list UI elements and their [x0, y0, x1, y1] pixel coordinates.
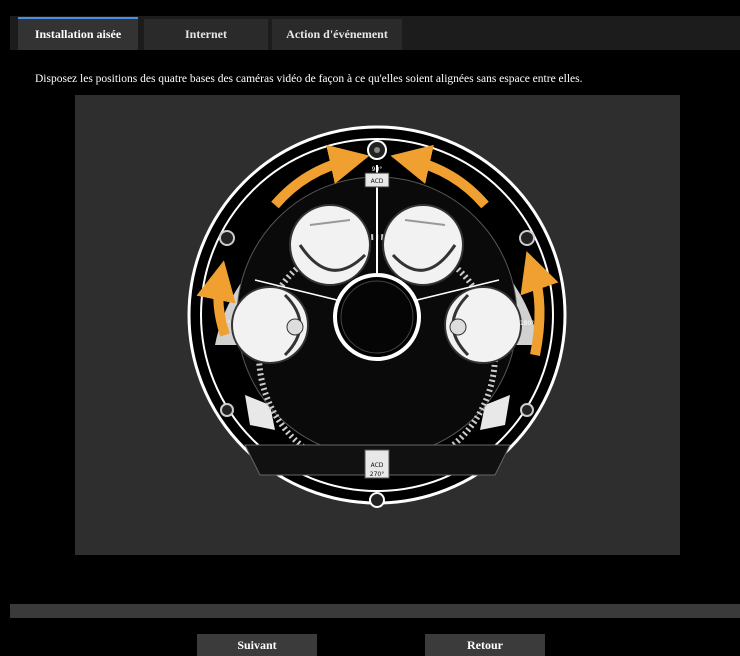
- label-180: 180°: [520, 320, 534, 327]
- tab-internet[interactable]: Internet: [144, 19, 268, 50]
- next-button[interactable]: Suivant: [197, 634, 317, 656]
- camera-module-left: [231, 286, 309, 364]
- back-button[interactable]: Retour: [425, 634, 545, 656]
- camera-module-right: [444, 286, 522, 364]
- button-bar: Suivant Retour: [10, 618, 740, 656]
- camera-module-upper-left: [289, 204, 371, 286]
- separator-bar: [10, 604, 740, 618]
- tag-top: ACD: [371, 178, 384, 185]
- tab-action-evenement[interactable]: Action d'événement: [272, 19, 402, 50]
- tab-bar: Installation aisée Internet Action d'évé…: [10, 16, 740, 50]
- instruction-text: Disposez les positions des quatre bases …: [35, 73, 583, 85]
- tag-bottom: ACD: [371, 462, 384, 469]
- camera-mount-diagram: 90° ACD ACD 270° 180° 0°: [75, 95, 680, 555]
- mount-illustration: 90° ACD ACD 270° 180° 0°: [187, 125, 567, 508]
- window: Installation aisée Internet Action d'évé…: [10, 0, 740, 656]
- tab-installation-aisee[interactable]: Installation aisée: [18, 17, 138, 50]
- camera-module-upper-right: [382, 204, 464, 286]
- label-90: 90°: [372, 166, 383, 173]
- label-270: 270°: [370, 471, 384, 478]
